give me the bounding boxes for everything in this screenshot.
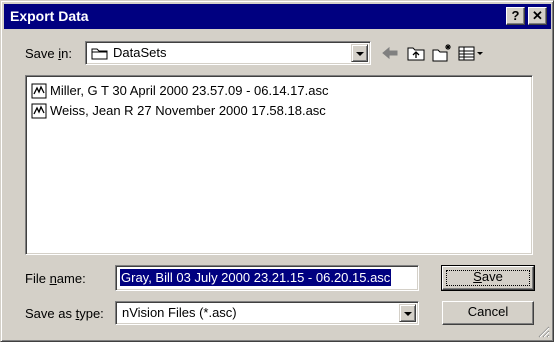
- file-list[interactable]: Miller, G T 30 April 2000 23.57.09 - 06.…: [25, 75, 533, 255]
- export-data-dialog: Export Data ? ✕ Save in: DataSets Miller…: [0, 0, 554, 342]
- save-as-type-label: Save as type:: [25, 306, 104, 321]
- cancel-button[interactable]: Cancel: [442, 301, 534, 325]
- title-bar[interactable]: Export Data ? ✕: [4, 4, 551, 29]
- file-name-label: File name:: [25, 271, 86, 286]
- close-button[interactable]: ✕: [528, 7, 547, 25]
- save-in-dropdown[interactable]: DataSets: [85, 41, 371, 65]
- window-title: Export Data: [10, 8, 89, 24]
- save-in-label: Save in:: [25, 46, 72, 61]
- back-arrow-icon[interactable]: [379, 43, 401, 63]
- file-name-text: Miller, G T 30 April 2000 23.57.09 - 06.…: [50, 83, 329, 98]
- file-name-input[interactable]: Gray, Bill 03 July 2000 23.21.15 - 06.20…: [115, 265, 419, 291]
- save-as-type-value: nVision Files (*.asc): [122, 305, 237, 320]
- new-folder-icon[interactable]: [431, 43, 453, 63]
- data-file-icon: [31, 103, 47, 119]
- save-button-focus-ring: [446, 270, 530, 286]
- save-button[interactable]: Save: [441, 265, 535, 291]
- view-menu-icon[interactable]: [457, 43, 485, 63]
- folder-icon: [91, 48, 108, 60]
- help-button[interactable]: ?: [506, 7, 525, 25]
- resize-grip-icon[interactable]: [538, 326, 550, 338]
- data-file-icon: [31, 83, 47, 99]
- up-folder-icon[interactable]: [405, 43, 427, 63]
- save-in-dropdown-arrow[interactable]: [351, 44, 368, 62]
- save-as-type-dropdown[interactable]: nVision Files (*.asc): [115, 301, 419, 325]
- save-as-type-dropdown-arrow[interactable]: [399, 304, 416, 322]
- file-name-value: Gray, Bill 03 July 2000 23.21.15 - 06.20…: [120, 269, 392, 286]
- file-name-text: Weiss, Jean R 27 November 2000 17.58.18.…: [50, 103, 326, 118]
- save-in-value: DataSets: [113, 45, 167, 60]
